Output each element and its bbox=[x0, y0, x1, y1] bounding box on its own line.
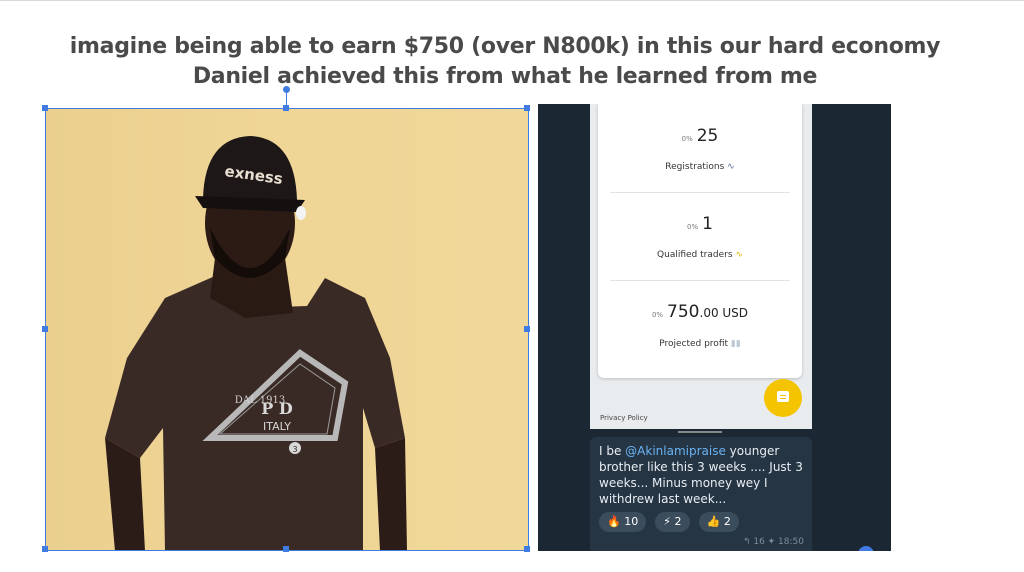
headline-line-1: imagine being able to earn $750 (over N8… bbox=[69, 34, 941, 59]
registrations-label: Registrations ∿ bbox=[665, 162, 735, 172]
reaction-fire[interactable]: 🔥 10 bbox=[599, 512, 647, 532]
shirt-print-country: ITALY bbox=[263, 420, 291, 433]
message-meta: ↰ 16 ✦ 18:50 bbox=[742, 537, 804, 547]
bar-chart-icon: ▮▮ bbox=[730, 339, 741, 349]
divider bbox=[610, 280, 790, 281]
shirt-print-letters: P D bbox=[261, 399, 293, 418]
chat-screenshot[interactable]: 0% 25 Registrations ∿ 0% 1 Qualified trade… bbox=[538, 104, 891, 551]
trend-icon: ∿ bbox=[727, 162, 735, 172]
resize-handle-top-right[interactable] bbox=[524, 105, 530, 111]
resize-handle-bottom-left[interactable] bbox=[42, 546, 48, 552]
resize-handle-left[interactable] bbox=[42, 326, 48, 332]
chat-icon-line bbox=[780, 395, 786, 396]
chat-icon bbox=[777, 391, 789, 402]
scroll-down-button[interactable] bbox=[858, 546, 874, 551]
reaction-thumbs-up[interactable]: 👍 2 bbox=[698, 512, 739, 532]
resize-handle-top[interactable] bbox=[283, 105, 289, 111]
home-indicator bbox=[678, 431, 722, 433]
stats-card: 0% 25 Registrations ∿ 0% 1 Qualified trade… bbox=[598, 104, 802, 378]
chat-icon-line bbox=[780, 398, 786, 399]
mention-link[interactable]: @Akinlamipraise bbox=[625, 444, 726, 458]
headline-line-2: Daniel achieved this from what he learne… bbox=[192, 64, 818, 89]
qualified-traders-label: Qualified traders ∿ bbox=[657, 250, 743, 260]
chat-message-bubble[interactable]: I be @Akinlamipraise younger brother lik… bbox=[590, 437, 812, 551]
top-border bbox=[0, 0, 1024, 1]
rotation-handle[interactable] bbox=[283, 86, 290, 93]
shirt-print-number: 3 bbox=[292, 445, 297, 454]
message-text: I be @Akinlamipraise younger brother lik… bbox=[599, 444, 803, 506]
reactions-row: 🔥 10 ⚡ 2 👍 2 bbox=[599, 510, 743, 532]
registrations-stat: 0% 25 bbox=[681, 126, 719, 146]
privacy-policy-link[interactable]: Privacy Policy bbox=[600, 414, 648, 422]
divider bbox=[610, 192, 790, 193]
projected-profit-label: Projected profit ▮▮ bbox=[659, 339, 741, 349]
reaction-lightning[interactable]: ⚡ 2 bbox=[655, 512, 690, 532]
resize-handle-bottom-right[interactable] bbox=[524, 546, 530, 552]
projected-profit-stat: 0% 750.00 USD bbox=[651, 302, 749, 322]
trend-icon: ∿ bbox=[735, 250, 743, 260]
chat-fab-button[interactable] bbox=[764, 379, 802, 417]
resize-handle-bottom[interactable] bbox=[283, 546, 289, 552]
resize-handle-top-left[interactable] bbox=[42, 105, 48, 111]
portrait-photo[interactable]: exness DAL 1913 P D ITALY 3 bbox=[45, 108, 529, 551]
resize-handle-right[interactable] bbox=[524, 326, 530, 332]
qualified-traders-stat: 0% 1 bbox=[687, 214, 713, 234]
